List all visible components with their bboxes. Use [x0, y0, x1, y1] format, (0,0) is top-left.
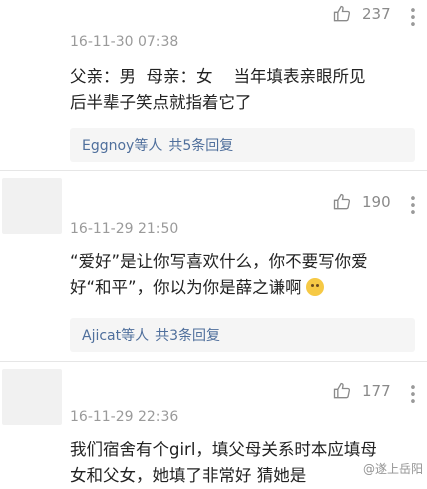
comment-text-line: 后半辈子笑点就指着它了: [70, 93, 252, 112]
thumbs-up-icon: [333, 193, 351, 210]
comment-text-line: 好“和平”，你以为你是薛之谦啊: [70, 278, 302, 297]
like-button[interactable]: 177: [332, 381, 391, 401]
comment-divider: [0, 170, 427, 171]
comment-timestamp: 16-11-29 21:50: [70, 221, 179, 237]
comment-timestamp: 16-11-30 07:38: [70, 34, 179, 50]
like-count: 190: [362, 193, 391, 211]
reply-summary[interactable]: Ajicat等人 共3条回复: [70, 318, 415, 352]
like-button[interactable]: 190: [332, 192, 391, 212]
avatar[interactable]: [2, 369, 62, 425]
reply-count[interactable]: 共3条回复: [155, 325, 220, 345]
comment-text-line: “爱好”是让你写喜欢什么，你不要写你爱: [70, 252, 368, 271]
comment-text: “爱好”是让你写喜欢什么，你不要写你爱 好“和平”，你以为你是薛之谦啊: [70, 249, 415, 301]
reply-users[interactable]: Ajicat等人: [82, 325, 149, 345]
comment-text-line: 父亲：男 母亲：女 当年填表亲眼所见: [70, 67, 366, 86]
watermark-text: @遂上岳阳: [362, 462, 423, 476]
thumbs-up-icon: [333, 382, 351, 399]
more-menu-icon[interactable]: • • •: [407, 382, 419, 409]
like-count: 237: [362, 5, 391, 23]
comment-timestamp: 16-11-29 22:36: [70, 409, 179, 425]
thumbs-up-icon: [333, 5, 351, 22]
more-menu-icon[interactable]: • • •: [407, 5, 419, 32]
like-button[interactable]: 237: [332, 4, 391, 24]
emoji-icon: [305, 278, 324, 296]
reply-users[interactable]: Eggnoy等人: [82, 135, 162, 155]
avatar[interactable]: [2, 178, 62, 234]
comment-text: 父亲：男 母亲：女 当年填表亲眼所见 后半辈子笑点就指着它了: [70, 64, 415, 116]
more-menu-icon[interactable]: • • •: [407, 193, 419, 220]
like-count: 177: [362, 382, 391, 400]
comment-divider: [0, 361, 427, 362]
comment-text-line: 女和父女，她填了非常好 猜她是: [70, 466, 307, 485]
reply-count[interactable]: 共5条回复: [168, 135, 233, 155]
reply-summary[interactable]: Eggnoy等人 共5条回复: [70, 128, 415, 162]
comment-text-line: 我们宿舍有个girl，填父母关系时本应填母: [70, 440, 377, 459]
